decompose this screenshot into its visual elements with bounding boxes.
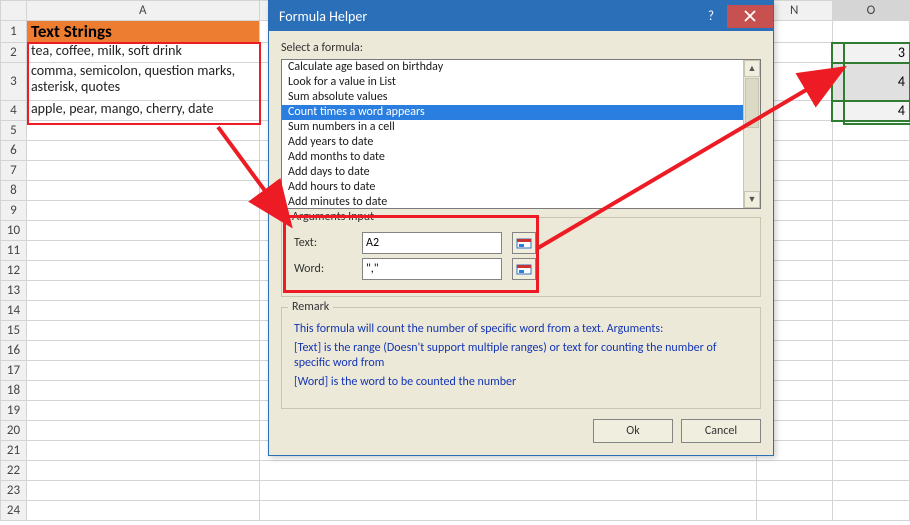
remark-text: [Word] is the word to be counted the num… <box>294 375 748 390</box>
titlebar[interactable]: Formula Helper ? <box>269 1 773 31</box>
cell-O4[interactable]: 4 <box>832 101 909 121</box>
row-header[interactable]: 8 <box>1 181 27 201</box>
text-input[interactable] <box>362 232 502 254</box>
scrollbar[interactable]: ▲ ▼ <box>743 60 760 208</box>
cell-A2[interactable]: tea, coffee, milk, soft drink <box>26 43 259 63</box>
row-header[interactable]: 3 <box>1 63 27 101</box>
remark-legend: Remark <box>288 300 333 314</box>
row-header[interactable]: 19 <box>1 401 27 421</box>
range-picker-icon <box>516 262 532 276</box>
list-item[interactable]: Look for a value in List <box>282 75 743 90</box>
scroll-thumb[interactable] <box>745 78 759 128</box>
row-header[interactable]: 1 <box>1 21 27 43</box>
row-header[interactable]: 17 <box>1 361 27 381</box>
formula-listbox[interactable]: Calculate age based on birthday Look for… <box>281 59 761 209</box>
list-item[interactable]: Add minutes to date <box>282 195 743 208</box>
list-item[interactable]: Sum absolute values <box>282 90 743 105</box>
list-item[interactable]: Calculate age based on birthday <box>282 60 743 75</box>
row-header[interactable]: 13 <box>1 281 27 301</box>
row-header[interactable]: 11 <box>1 241 27 261</box>
remark-text: This formula will count the number of sp… <box>294 322 748 337</box>
col-header-A[interactable]: A <box>26 1 259 21</box>
word-input[interactable] <box>362 258 502 280</box>
row-header[interactable]: 5 <box>1 121 27 141</box>
list-item[interactable]: Add years to date <box>282 135 743 150</box>
row-header[interactable]: 12 <box>1 261 27 281</box>
remark-text: [Text] is the range (Doesn't support mul… <box>294 341 748 371</box>
cell-A1[interactable]: Text Strings <box>26 21 259 43</box>
list-item[interactable]: Add days to date <box>282 165 743 180</box>
list-item-selected[interactable]: Count times a word appears <box>282 105 743 120</box>
row-header[interactable]: 7 <box>1 161 27 181</box>
close-icon <box>744 10 756 22</box>
scroll-up-icon[interactable]: ▲ <box>744 60 760 77</box>
row-header[interactable]: 14 <box>1 301 27 321</box>
cell-O1[interactable] <box>832 21 909 43</box>
remark-group: Remark This formula will count the numbe… <box>281 307 761 409</box>
cell-O2[interactable]: 3 <box>832 43 909 63</box>
arguments-group: Arguments Input Text: Word: <box>281 217 761 297</box>
row-header[interactable]: 10 <box>1 221 27 241</box>
help-button[interactable]: ? <box>696 5 726 28</box>
list-item[interactable]: Sum numbers in a cell <box>282 120 743 135</box>
formula-helper-dialog: Formula Helper ? Select a formula: Calcu… <box>268 0 774 456</box>
select-formula-label: Select a formula: <box>281 41 761 55</box>
row-header[interactable]: 20 <box>1 421 27 441</box>
cell-O3[interactable]: 4 <box>832 63 909 101</box>
corner-cell[interactable] <box>1 1 27 21</box>
row-header[interactable]: 21 <box>1 441 27 461</box>
text-label: Text: <box>294 236 352 250</box>
arguments-legend: Arguments Input <box>288 210 378 224</box>
row-header[interactable]: 24 <box>1 501 27 521</box>
row-header[interactable]: 22 <box>1 461 27 481</box>
row-header[interactable]: 18 <box>1 381 27 401</box>
word-ref-button[interactable] <box>512 258 536 280</box>
text-ref-button[interactable] <box>512 232 536 254</box>
cell-A3[interactable]: comma, semicolon, question marks, asteri… <box>26 63 259 101</box>
scroll-down-icon[interactable]: ▼ <box>744 191 760 208</box>
cell-A4[interactable]: apple, pear, mango, cherry, date <box>26 101 259 121</box>
row-header[interactable]: 9 <box>1 201 27 221</box>
ok-button[interactable]: Ok <box>593 419 673 443</box>
row-header[interactable]: 23 <box>1 481 27 501</box>
list-item[interactable]: Add months to date <box>282 150 743 165</box>
cell-A5[interactable] <box>26 121 259 141</box>
row-header[interactable]: 4 <box>1 101 27 121</box>
row-header[interactable]: 6 <box>1 141 27 161</box>
col-header-O[interactable]: O <box>832 1 909 21</box>
word-label: Word: <box>294 262 352 276</box>
row-header[interactable]: 2 <box>1 43 27 63</box>
list-item[interactable]: Add hours to date <box>282 180 743 195</box>
dialog-title: Formula Helper <box>279 8 367 25</box>
range-picker-icon <box>516 236 532 250</box>
row-header[interactable]: 15 <box>1 321 27 341</box>
close-button[interactable] <box>727 5 773 28</box>
row-header[interactable]: 16 <box>1 341 27 361</box>
cancel-button[interactable]: Cancel <box>681 419 761 443</box>
